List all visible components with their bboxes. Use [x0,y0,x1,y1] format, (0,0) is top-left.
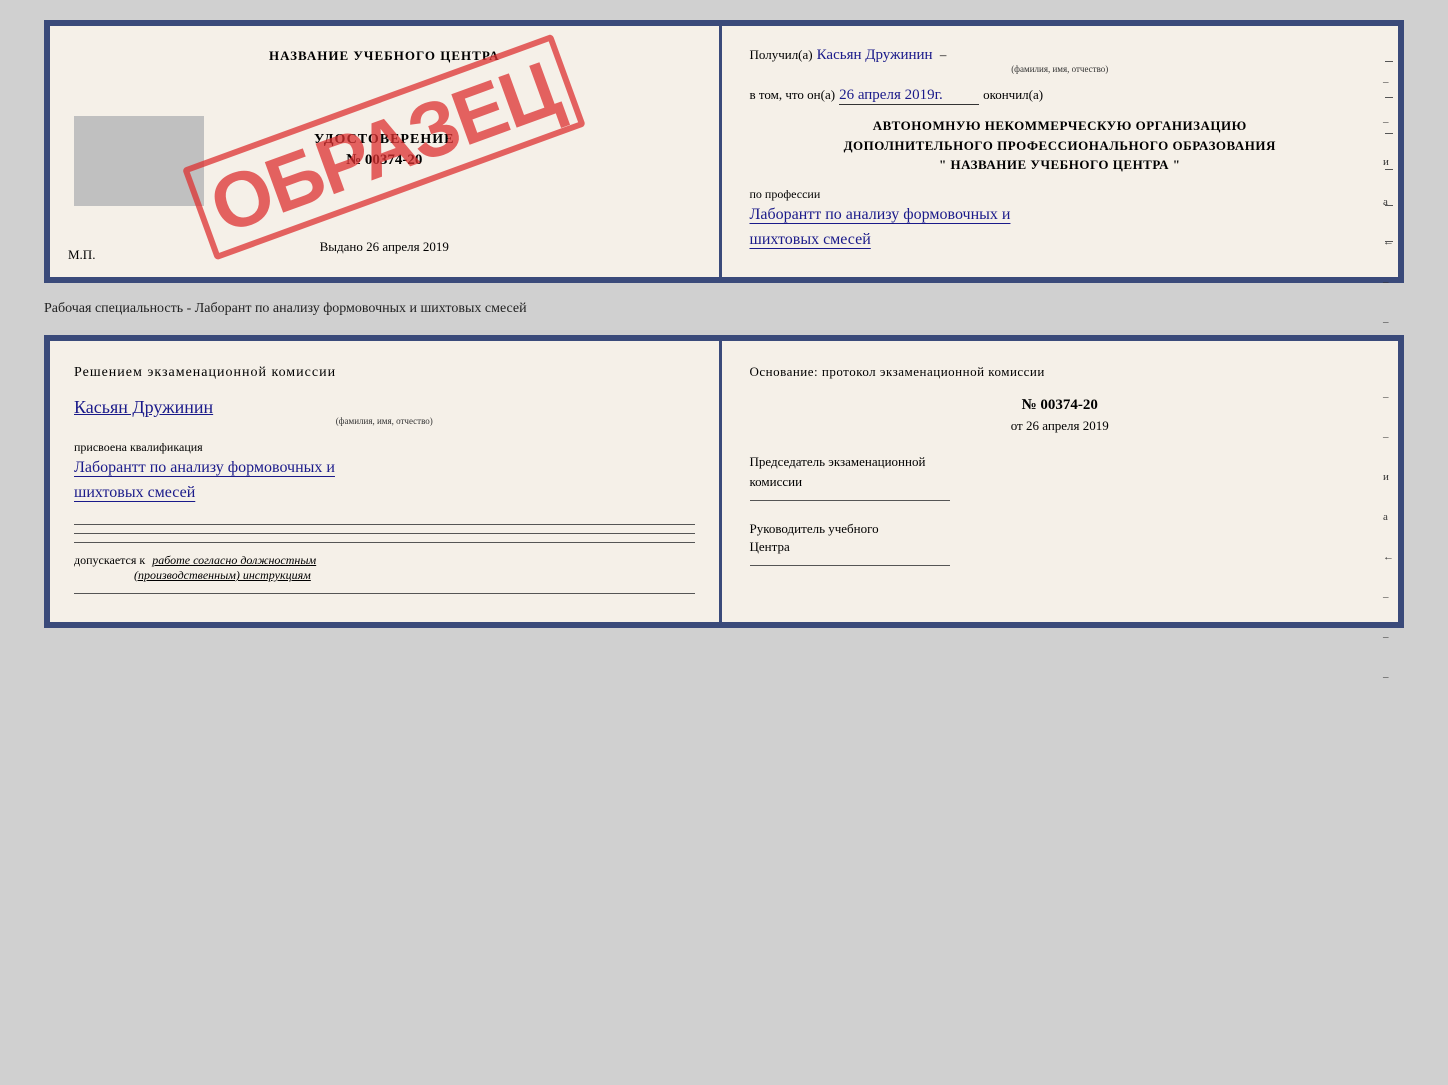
top-doc-left: НАЗВАНИЕ УЧЕБНОГО ЦЕНТРА УДОСТОВЕРЕНИЕ №… [50,26,722,277]
bside-mark-dash5: – [1383,671,1394,683]
recipient-subline: (фамилия, имя, отчество) [750,64,1371,74]
commission-text: Решением экзаменационной комиссии [74,361,695,385]
profession-group: по профессии Лаборантт по анализу формов… [750,187,1371,253]
dash-sep: – [937,47,947,62]
bottom-name: Касьян Дружинин [74,397,213,417]
qualification-label: присвоена квалификация [74,440,695,455]
side-mark-dash1: – [1383,76,1394,88]
side-mark-a: а [1383,196,1394,208]
cert-label: УДОСТОВЕРЕНИЕ [314,132,454,148]
bottom-doc-left: Решением экзаменационной комиссии Касьян… [50,341,722,622]
mp-label: М.П. [68,247,95,263]
bside-mark-i: и [1383,471,1394,483]
bottom-document: Решением экзаменационной комиссии Касьян… [44,335,1404,628]
date-value: 26 апреля 2019г. [839,87,979,105]
received-label: Получил(а) [750,47,813,62]
bside-mark-arrow: ← [1383,551,1394,563]
chairman-blank [750,500,950,501]
protocol-date-prefix: от [1011,418,1023,433]
org-line3: " НАЗВАНИЕ УЧЕБНОГО ЦЕНТРА " [750,155,1371,175]
bottom-name-group: Касьян Дружинин (фамилия, имя, отчество) [74,397,695,426]
bottom-right-side-labels: – – и а ← – – – [1383,391,1394,683]
bside-mark-dash3: – [1383,591,1394,603]
admission-label: допускается к [74,553,145,567]
qualification-group: присвоена квалификация Лаборантт по анал… [74,440,695,506]
profession-line1: Лаборантт по анализу формовочных и [750,202,1371,228]
photo-placeholder [74,116,204,206]
protocol-number: № 00374-20 [750,397,1371,414]
side-mark-i: и [1383,156,1394,168]
bottom-doc-right: Основание: протокол экзаменационной коми… [722,341,1399,622]
qual-line2: шихтовых смесей [74,480,695,506]
top-doc-right: Получил(а) Касьян Дружинин – (фамилия, и… [722,26,1399,277]
side-mark-dash3: – [1383,276,1394,288]
bside-mark-dash4: – [1383,631,1394,643]
blank-line-1 [74,524,695,525]
top-document: НАЗВАНИЕ УЧЕБНОГО ЦЕНТРА УДОСТОВЕРЕНИЕ №… [44,20,1404,283]
date-prefix: в том, что он(а) [750,87,836,102]
side-mark-dash2: – [1383,116,1394,128]
org-line2: ДОПОЛНИТЕЛЬНОГО ПРОФЕССИОНАЛЬНОГО ОБРАЗО… [750,136,1371,156]
qual-line1: Лаборантт по анализу формовочных и [74,455,695,481]
admission-value2: (производственным) инструкциям [134,568,311,582]
blank-line-3 [74,542,695,543]
caption: Рабочая специальность - Лаборант по анал… [44,297,1404,321]
admission-value: работе согласно должностным [152,553,316,567]
blank-line-4 [74,593,695,594]
profession-line2: шихтовых смесей [750,227,1371,253]
director-blank [750,565,950,566]
date-group: в том, что он(а) 26 апреля 2019г. окончи… [750,84,1371,106]
protocol-date-group: от 26 апреля 2019 [750,418,1371,434]
bside-mark-a: а [1383,511,1394,523]
recipient-name: Касьян Дружинин [817,47,933,63]
director-label: Руководитель учебного [750,521,1371,537]
right-side-labels: – – и а ← – – [1383,76,1394,328]
bside-mark-dash2: – [1383,431,1394,443]
chairman-label: Председатель экзаменационной [750,454,1371,470]
center-title: НАЗВАНИЕ УЧЕБНОГО ЦЕНТРА [269,48,500,64]
side-mark-arrow: ← [1383,236,1394,248]
cert-issued: Выдано 26 апреля 2019 [320,239,449,255]
bottom-name-subline: (фамилия, имя, отчество) [74,416,695,426]
profession-label: по профессии [750,187,1371,202]
edge-dash-1 [1385,61,1393,62]
bside-mark-dash1: – [1383,391,1394,403]
received-group: Получил(а) Касьян Дружинин – (фамилия, и… [750,44,1371,74]
cert-number: № 00374-20 [346,152,422,169]
admission-group: допускается к работе согласно должностны… [74,553,695,583]
org-block: АВТОНОМНУЮ НЕКОММЕРЧЕСКУЮ ОРГАНИЗАЦИЮ ДО… [750,116,1371,175]
protocol-date-value: 26 апреля 2019 [1026,418,1109,433]
blank-line-2 [74,533,695,534]
basis-label: Основание: протокол экзаменационной коми… [750,361,1371,383]
director-label2: Центра [750,539,1371,555]
org-line1: АВТОНОМНУЮ НЕКОММЕРЧЕСКУЮ ОРГАНИЗАЦИЮ [750,116,1371,136]
side-mark-dash4: – [1383,316,1394,328]
chairman-label2: комиссии [750,474,1371,490]
date-suffix: окончил(а) [983,87,1043,102]
